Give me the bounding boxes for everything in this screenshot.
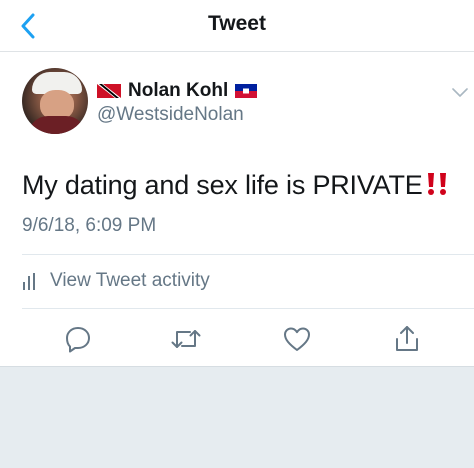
double-exclamation-icon — [427, 173, 446, 195]
retweet-button[interactable] — [170, 323, 202, 355]
divider — [22, 308, 474, 309]
page-title: Tweet — [208, 12, 266, 35]
view-tweet-activity-link[interactable]: View Tweet activity — [22, 268, 210, 294]
tweet-timestamp: 9/6/18, 6:09 PM — [22, 215, 157, 236]
reply-icon — [66, 327, 90, 353]
haiti-flag-icon — [235, 84, 258, 98]
tweet-body: My dating and sex life is PRIVATE — [22, 170, 423, 200]
reply-button[interactable] — [62, 323, 94, 355]
author-display-name: Nolan Kohl — [128, 80, 229, 101]
share-button[interactable] — [391, 323, 423, 355]
footer-background — [0, 366, 474, 468]
chevron-down-icon — [452, 88, 468, 97]
nav-bar: Tweet — [0, 0, 474, 52]
tweet-text: My dating and sex life is PRIVATE — [22, 168, 462, 202]
avatar[interactable] — [22, 68, 88, 134]
retweet-icon — [171, 330, 201, 348]
heart-icon — [284, 327, 310, 351]
author-handle[interactable]: @WestsideNolan — [97, 104, 244, 126]
avatar-shirt — [28, 116, 86, 134]
author-name-row[interactable]: Nolan Kohl — [97, 80, 258, 102]
share-icon — [396, 326, 418, 351]
trinidad-and-tobago-flag-icon — [97, 84, 121, 98]
view-tweet-activity-label: View Tweet activity — [50, 270, 210, 291]
bar-chart-icon — [23, 273, 35, 290]
tweet-options-button[interactable] — [450, 84, 470, 102]
divider — [22, 254, 474, 255]
like-button[interactable] — [281, 323, 313, 355]
tweet-actions-bar — [0, 318, 474, 362]
